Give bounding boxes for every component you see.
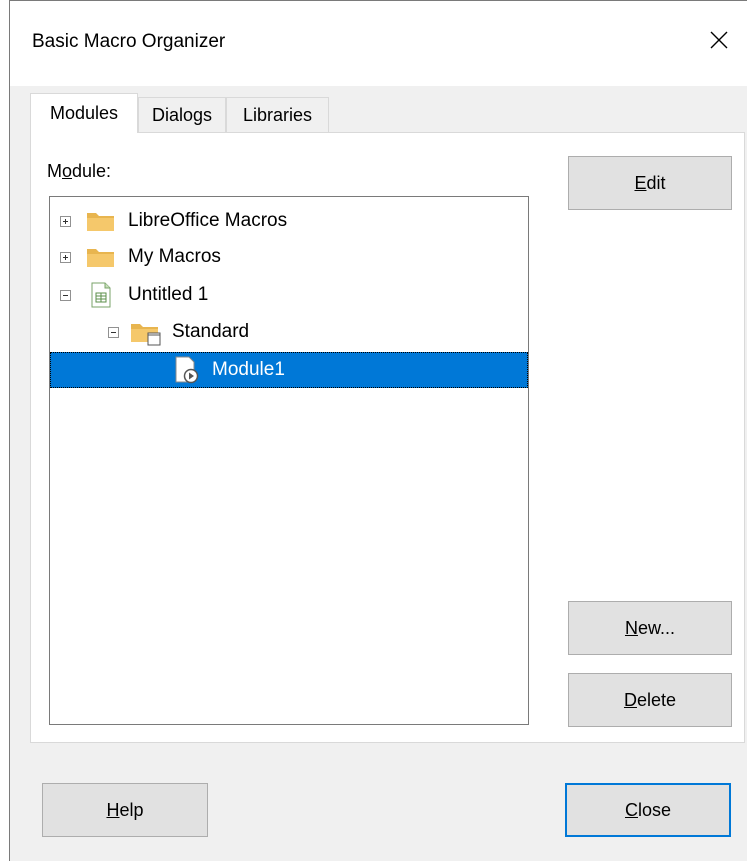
folder-icon [87,213,114,231]
new-button[interactable]: New... [568,601,732,655]
help-button[interactable]: Help [42,783,208,837]
expand-icon[interactable] [60,252,71,263]
tree-item-standard[interactable]: Standard [50,314,528,350]
tree-item-label: Untitled 1 [128,284,209,305]
tree-item-label: My Macros [128,246,221,267]
dialog-title: Basic Macro Organizer [32,31,226,52]
delete-button[interactable]: Delete [568,673,732,727]
close-window-button[interactable] [704,25,734,55]
tree-item-label: LibreOffice Macros [128,210,288,231]
tree-item-module1[interactable]: Module1 [50,352,528,388]
title-bar[interactable]: Basic Macro Organizer [10,1,747,86]
tree-item-untitled-1[interactable]: Untitled 1 [50,277,528,313]
tree-item-libreoffice-macros[interactable]: LibreOffice Macros [50,203,528,239]
tab-dialogs-label: Dialogs [151,104,213,125]
close-button[interactable]: Close [565,783,731,837]
dialog-window: Basic Macro Organizer Modules Dialogs Li… [9,0,747,861]
tab-dialogs[interactable]: Dialogs [138,97,226,132]
tree-item-label: Standard [172,321,250,342]
tab-libraries-label: Libraries [242,104,313,125]
tree-item-label: Module1 [212,359,285,380]
spreadsheet-document-icon [91,282,111,308]
library-folder-icon [131,324,161,346]
basic-module-icon [175,356,199,384]
module-tree[interactable]: LibreOffice Macros My Macros Untitled 1 … [49,196,529,725]
modules-tab-panel: Module: LibreOffice Macros My Macros Unt… [30,132,745,743]
close-icon [710,31,728,49]
collapse-icon[interactable] [108,327,119,338]
collapse-icon[interactable] [60,290,71,301]
tab-libraries[interactable]: Libraries [226,97,329,132]
tab-modules-label: Modules [49,103,119,123]
tab-modules[interactable]: Modules [30,93,138,133]
folder-icon [87,249,114,267]
edit-button[interactable]: Edit [568,156,732,210]
tree-item-my-macros[interactable]: My Macros [50,239,528,275]
expand-icon[interactable] [60,216,71,227]
module-label: Module: [47,161,112,181]
